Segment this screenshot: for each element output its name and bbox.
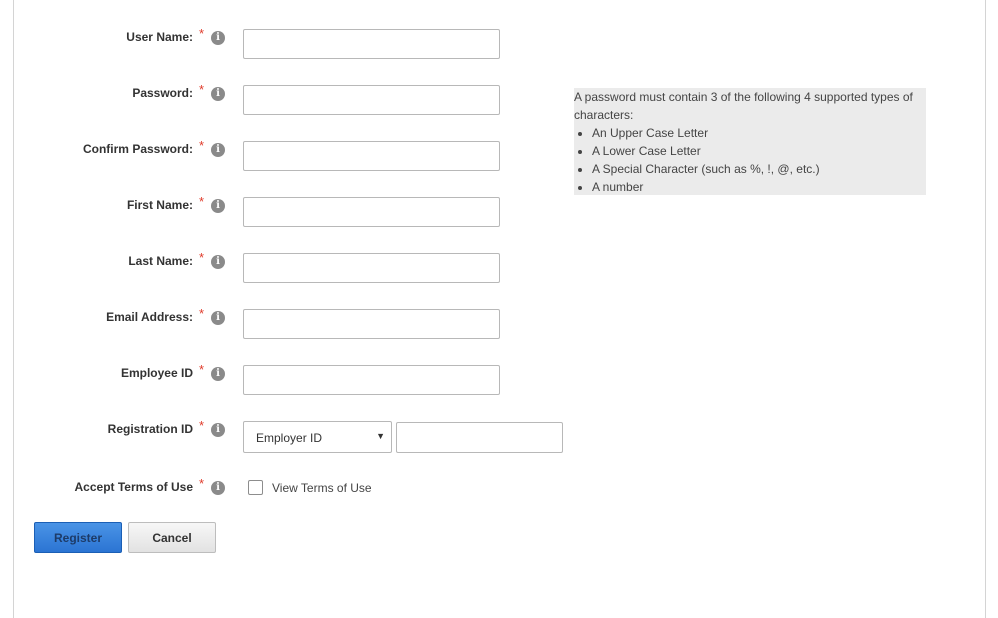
email-address-input[interactable]: [243, 309, 500, 339]
password-requirement-item: A number: [592, 178, 926, 196]
email-address-label: Email Address:: [106, 310, 193, 324]
password-input[interactable]: [243, 85, 500, 115]
info-icon[interactable]: i: [211, 255, 225, 269]
employee-id-label: Employee ID: [120, 366, 193, 380]
cancel-button[interactable]: Cancel: [128, 522, 216, 553]
user-name-label: User Name:: [126, 30, 193, 44]
dropdown-caret-icon: ▼: [376, 431, 385, 441]
confirm-password-label: Confirm Password:: [82, 142, 193, 156]
password-requirements-list: An Upper Case Letter A Lower Case Letter…: [574, 124, 926, 196]
info-icon[interactable]: i: [211, 423, 225, 437]
password-requirement-item: An Upper Case Letter: [592, 124, 926, 142]
view-terms-link[interactable]: View Terms of Use: [272, 481, 372, 495]
info-icon[interactable]: i: [211, 199, 225, 213]
password-hint-intro: A password must contain 3 of the followi…: [574, 90, 913, 122]
info-icon[interactable]: i: [211, 367, 225, 381]
first-name-label: First Name:: [126, 198, 193, 212]
registration-id-label: Registration ID: [107, 422, 193, 436]
password-label: Password:: [132, 86, 193, 100]
accept-terms-checkbox[interactable]: [248, 480, 263, 495]
user-name-input[interactable]: [243, 29, 500, 59]
registration-id-input[interactable]: [396, 422, 563, 453]
last-name-input[interactable]: [243, 253, 500, 283]
required-asterisk: *: [199, 82, 205, 97]
info-icon[interactable]: i: [211, 481, 225, 495]
first-name-input[interactable]: [243, 197, 500, 227]
accept-terms-label: Accept Terms of Use: [74, 480, 193, 494]
info-icon[interactable]: i: [211, 31, 225, 45]
required-asterisk: *: [199, 362, 205, 377]
info-icon[interactable]: i: [211, 311, 225, 325]
info-icon[interactable]: i: [211, 87, 225, 101]
password-requirements-box: A password must contain 3 of the followi…: [574, 88, 926, 195]
required-asterisk: *: [199, 418, 205, 433]
registration-type-select[interactable]: Employer ID ▼: [243, 421, 392, 453]
required-asterisk: *: [199, 306, 205, 321]
required-asterisk: *: [199, 250, 205, 265]
required-asterisk: *: [199, 26, 205, 41]
register-button[interactable]: Register: [34, 522, 122, 553]
required-asterisk: *: [199, 476, 205, 491]
employee-id-input[interactable]: [243, 365, 500, 395]
confirm-password-input[interactable]: [243, 141, 500, 171]
registration-type-value: Employer ID: [256, 431, 323, 445]
last-name-label: Last Name:: [128, 254, 193, 268]
password-requirement-item: A Special Character (such as %, !, @, et…: [592, 160, 926, 178]
required-asterisk: *: [199, 194, 205, 209]
info-icon[interactable]: i: [211, 143, 225, 157]
required-asterisk: *: [199, 138, 205, 153]
password-requirement-item: A Lower Case Letter: [592, 142, 926, 160]
